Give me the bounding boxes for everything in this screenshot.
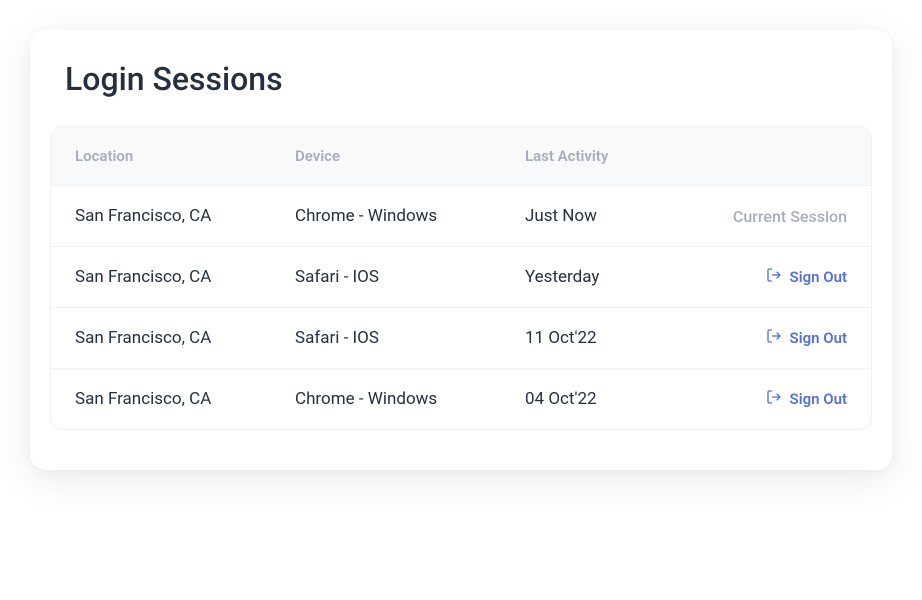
cell-location: San Francisco, CA [75, 328, 295, 348]
sign-out-button[interactable]: Sign Out [766, 267, 847, 287]
cell-location: San Francisco, CA [75, 267, 295, 287]
cell-device: Safari - IOS [295, 328, 525, 348]
cell-last-activity: Just Now [525, 206, 685, 226]
table-row: San Francisco, CA Chrome - Windows 04 Oc… [51, 368, 871, 429]
header-device: Device [295, 147, 525, 165]
cell-location: San Francisco, CA [75, 206, 295, 226]
sign-out-button[interactable]: Sign Out [766, 328, 847, 348]
table-row: San Francisco, CA Safari - IOS Yesterday… [51, 246, 871, 307]
cell-location: San Francisco, CA [75, 389, 295, 409]
login-sessions-card: Login Sessions Location Device Last Acti… [30, 30, 892, 470]
sign-out-icon [766, 328, 782, 348]
sign-out-icon [766, 389, 782, 409]
table-row: San Francisco, CA Safari - IOS 11 Oct'22… [51, 307, 871, 368]
cell-device: Chrome - Windows [295, 389, 525, 409]
current-session-label: Current Session [733, 207, 847, 226]
sign-out-icon [766, 267, 782, 287]
cell-last-activity: 04 Oct'22 [525, 389, 685, 409]
sign-out-button[interactable]: Sign Out [766, 389, 847, 409]
table-header-row: Location Device Last Activity [51, 127, 871, 185]
cell-action: Sign Out [685, 267, 847, 287]
cell-action: Current Session [685, 207, 847, 226]
sign-out-label: Sign Out [790, 268, 847, 286]
header-action [685, 147, 847, 165]
header-location: Location [75, 147, 295, 165]
page-title: Login Sessions [65, 60, 872, 98]
header-last-activity: Last Activity [525, 147, 685, 165]
sessions-table: Location Device Last Activity San Franci… [50, 126, 872, 430]
cell-device: Chrome - Windows [295, 206, 525, 226]
cell-last-activity: 11 Oct'22 [525, 328, 685, 348]
sign-out-label: Sign Out [790, 329, 847, 347]
table-row: San Francisco, CA Chrome - Windows Just … [51, 185, 871, 246]
cell-device: Safari - IOS [295, 267, 525, 287]
sign-out-label: Sign Out [790, 390, 847, 408]
cell-last-activity: Yesterday [525, 267, 685, 287]
cell-action: Sign Out [685, 328, 847, 348]
cell-action: Sign Out [685, 389, 847, 409]
